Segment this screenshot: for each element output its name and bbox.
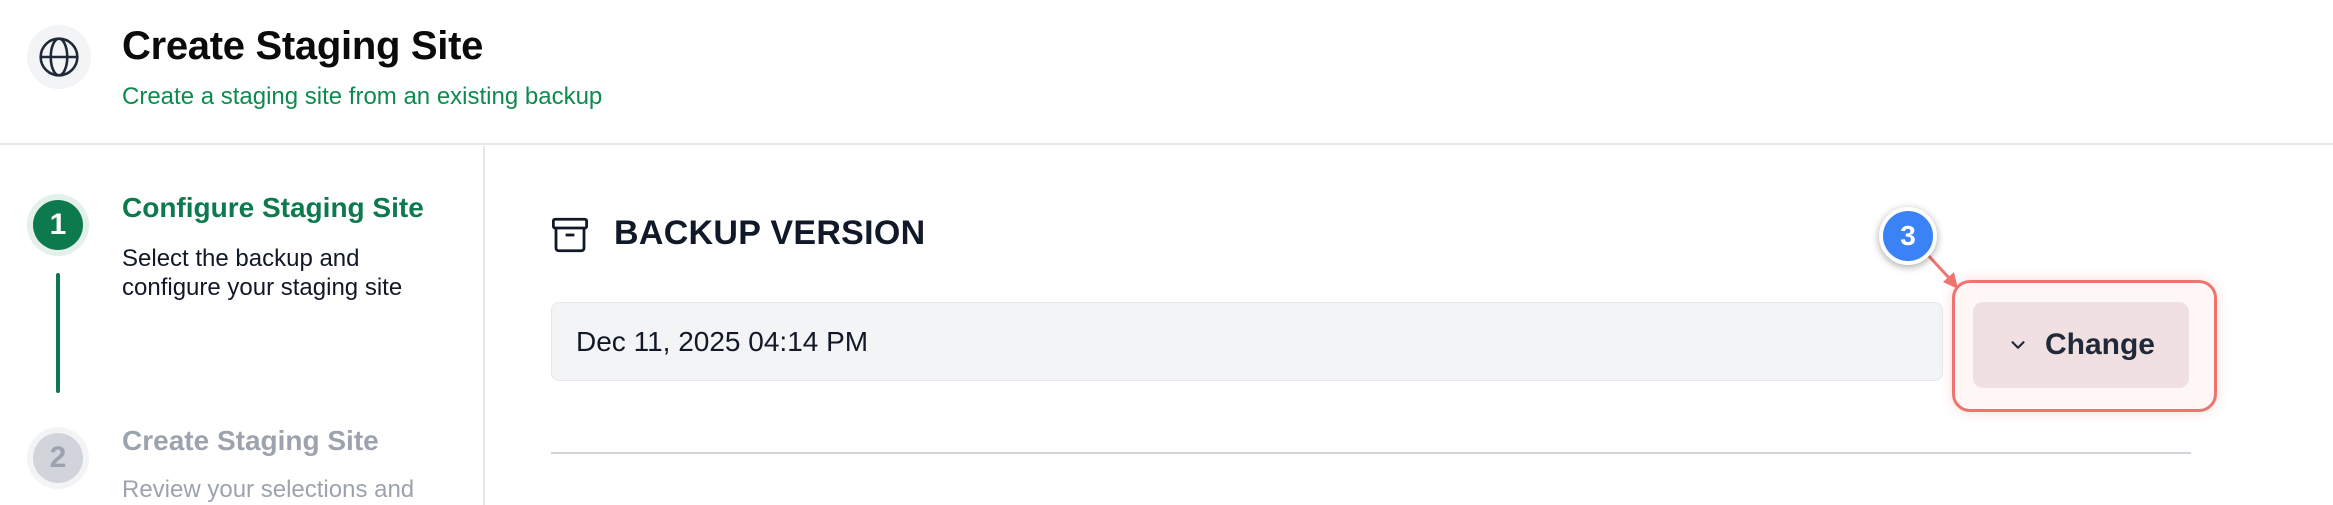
change-button-label: Change (2044, 328, 2155, 361)
step-1-description: Select the backup and configure your sta… (122, 245, 403, 301)
main-content: BACKUP VERSION Dec 11, 2025 04:14 PM Cha… (487, 146, 2333, 505)
annotation-step-badge: 3 (1879, 207, 1937, 265)
step-connector-line (56, 273, 60, 393)
page-header: Create Staging Site Create a staging sit… (0, 0, 2333, 145)
steps-sidebar: 1 Configure Staging Site Select the back… (0, 146, 485, 505)
backup-version-field[interactable]: Dec 11, 2025 04:14 PM (551, 302, 1943, 381)
page-subtitle: Create a staging site from an existing b… (122, 83, 603, 110)
step-2-title[interactable]: Create Staging Site (122, 425, 379, 457)
section-title: BACKUP VERSION (614, 214, 926, 252)
annotation-arrow (1924, 251, 1958, 289)
chevron-down-icon (2011, 341, 2025, 349)
step-1-number: 1 (33, 200, 83, 250)
page-title: Create Staging Site (122, 24, 484, 68)
archive-box-icon (551, 217, 589, 253)
step-2-number: 2 (33, 433, 83, 483)
step-2-description: Review your selections and (122, 476, 415, 503)
globe-icon (27, 25, 91, 89)
change-button[interactable]: Change (1973, 302, 2189, 388)
section-divider (551, 452, 2191, 454)
backup-version-value: Dec 11, 2025 04:14 PM (576, 325, 869, 357)
step-1-title[interactable]: Configure Staging Site (122, 192, 424, 224)
